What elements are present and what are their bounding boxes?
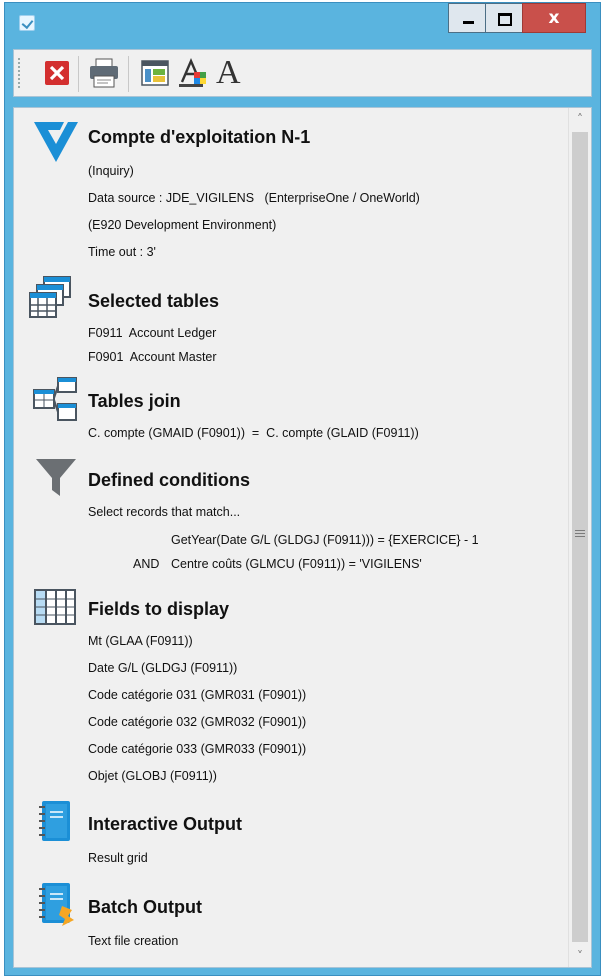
conditions-title: Defined conditions (88, 470, 250, 490)
table-item: F0901 Account Master (88, 350, 217, 364)
app-window: x A Compte d'exploitation N-1 (Inquiry) … (4, 2, 601, 976)
condition-1: GetYear(Date G/L (GLDGJ (F0911))) = {EXE… (171, 533, 479, 547)
toolbar-separator (78, 56, 79, 92)
layout-button[interactable] (136, 56, 174, 90)
field-item: Code catégorie 031 (GMR031 (F0901)) (88, 688, 307, 702)
report-title: Compte d'exploitation N-1 (88, 127, 311, 147)
field-item: Objet (GLOBJ (F0911)) (88, 769, 217, 783)
scroll-down-button[interactable]: ˅ (569, 945, 591, 967)
report-mode: (Inquiry) (88, 164, 134, 178)
environment: (E920 Development Environment) (88, 218, 277, 232)
field-item: Date G/L (GLDGJ (F0911)) (88, 661, 238, 675)
selected-tables-title: Selected tables (88, 291, 220, 311)
toolbar-separator (128, 56, 129, 92)
close-window-button[interactable]: x (522, 3, 586, 33)
filter-icon (36, 459, 76, 496)
close-report-button[interactable] (36, 56, 74, 90)
text-color-icon (179, 57, 206, 87)
batch-output-detail: Text file creation (88, 934, 179, 948)
table-item: F0911 Account Ledger (88, 326, 217, 340)
window-layout-icon (141, 60, 169, 86)
interactive-output-title: Interactive Output (88, 814, 243, 834)
toolbar-grip[interactable] (18, 58, 23, 88)
window-controls: x (448, 3, 586, 33)
scroll-thumb[interactable] (572, 132, 588, 942)
scroll-grip-icon (575, 530, 585, 540)
font-icon: A (216, 54, 241, 91)
vigilens-logo-icon (34, 122, 78, 162)
join-expression: C. compte (GMAID (F0901)) = C. compte (G… (88, 426, 419, 440)
notebook-icon (39, 801, 70, 841)
condition-2: Centre coûts (GLMCU (F0911)) = 'VIGILENS… (171, 557, 422, 571)
data-source: Data source : JDE_VIGILENS (EnterpriseOn… (88, 191, 420, 205)
tables-icon (29, 276, 71, 318)
close-icon: x (548, 8, 560, 28)
title-bar[interactable]: x (5, 3, 600, 43)
timeout: Time out : 3' (88, 245, 156, 259)
minimize-button[interactable] (448, 3, 486, 33)
app-icon[interactable] (19, 15, 35, 31)
field-item: Code catégorie 033 (GMR033 (F0901)) (88, 742, 307, 756)
maximize-button[interactable] (485, 3, 523, 33)
batch-output-title: Batch Output (88, 897, 202, 917)
tables-join-title: Tables join (88, 391, 181, 411)
text-color-button[interactable] (174, 56, 212, 90)
conditions-intro: Select records that match... (88, 505, 241, 519)
fields-title: Fields to display (88, 599, 230, 619)
maximize-icon (498, 13, 512, 26)
report-definition-panel: Compte d'exploitation N-1 (Inquiry) Data… (13, 107, 592, 968)
scroll-up-button[interactable]: ˄ (569, 108, 591, 130)
print-icon (90, 58, 118, 88)
vertical-scrollbar[interactable]: ˄ ˅ (568, 108, 591, 967)
font-button[interactable]: A (212, 54, 250, 91)
condition-operator: AND (133, 557, 160, 571)
interactive-output-detail: Result grid (88, 851, 148, 865)
batch-notebook-icon (39, 883, 74, 926)
field-item: Code catégorie 032 (GMR032 (F0901)) (88, 715, 307, 729)
field-item: Mt (GLAA (F0911)) (88, 634, 193, 648)
print-button[interactable] (84, 56, 122, 90)
minimize-icon (463, 21, 474, 24)
toolbar: A (13, 49, 592, 97)
columns-icon (34, 589, 76, 625)
join-icon (33, 377, 77, 421)
close-report-icon (45, 61, 69, 85)
